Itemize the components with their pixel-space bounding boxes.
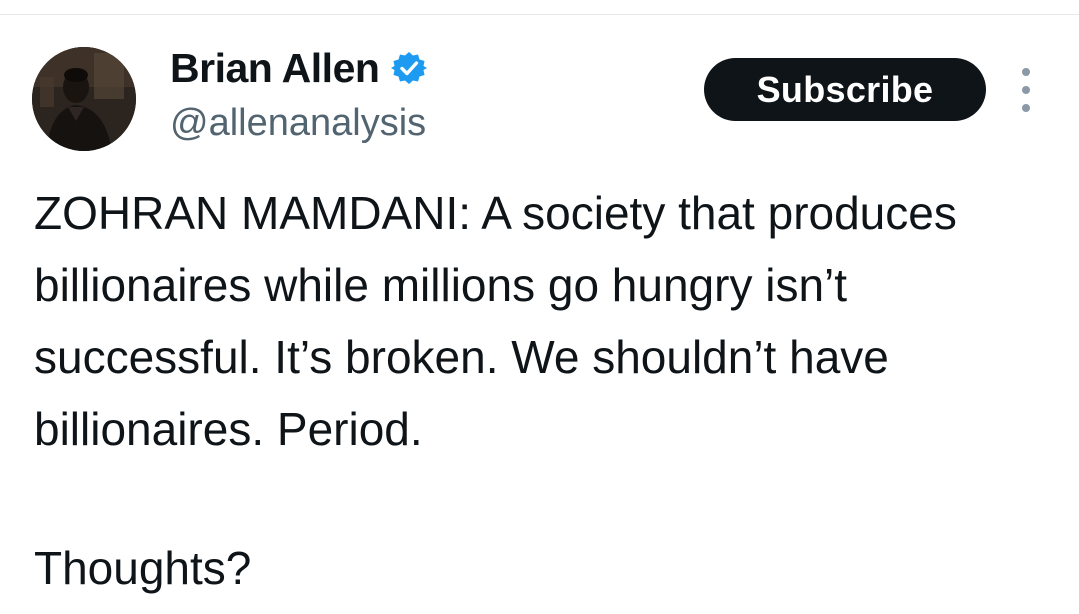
tweet-body: ZOHRAN MAMDANI: A society that produces … [34,177,1044,465]
top-divider [0,14,1079,15]
tweet-card: Brian Allen @allenanalysis Subscribe ZOH… [0,0,1079,614]
author-name-row: Brian Allen [170,42,428,94]
author-handle[interactable]: @allenanalysis [170,98,426,148]
tweet-body-text: ZOHRAN MAMDANI: A society that produces … [34,187,957,455]
dot [1022,86,1030,94]
dot [1022,104,1030,112]
dot [1022,68,1030,76]
verified-badge-icon [391,50,428,86]
author-display-name[interactable]: Brian Allen [170,42,380,94]
avatar[interactable] [32,47,136,151]
tweet-question: Thoughts? [34,542,252,594]
avatar-photo [32,47,136,151]
subscribe-button[interactable]: Subscribe [704,58,986,121]
vertical-ellipsis-icon[interactable] [1012,68,1040,112]
